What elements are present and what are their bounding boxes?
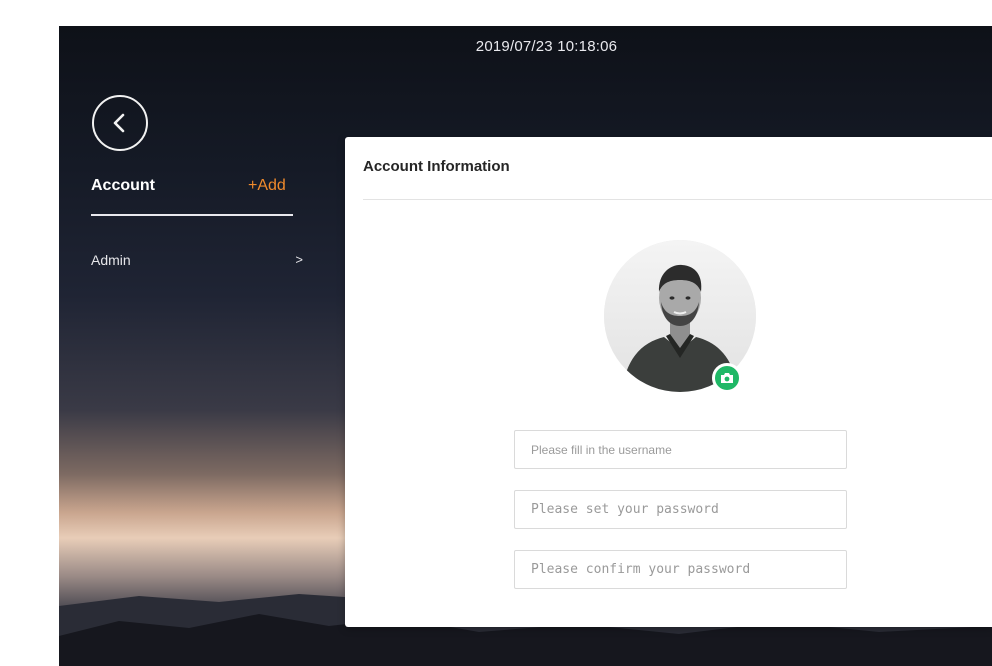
- confirm-password-input[interactable]: [514, 550, 847, 589]
- avatar-container: [604, 240, 756, 393]
- add-account-button[interactable]: +Add: [248, 177, 286, 195]
- camera-icon: [721, 373, 733, 383]
- sidebar-item-admin[interactable]: Admin >: [91, 252, 303, 272]
- sidebar-item-label: Admin: [91, 252, 131, 268]
- sidebar-divider: [91, 214, 293, 216]
- chevron-right-icon: >: [295, 252, 303, 267]
- panel-divider: [363, 199, 992, 200]
- password-input[interactable]: [514, 490, 847, 529]
- account-information-panel: Account Information: [345, 137, 992, 627]
- status-datetime: 2019/07/23 10:18:06: [475, 38, 618, 55]
- username-input[interactable]: [514, 430, 847, 469]
- panel-title: Account Information: [363, 158, 510, 175]
- change-photo-button[interactable]: [712, 363, 742, 393]
- sidebar-title: Account: [91, 177, 155, 194]
- back-button[interactable]: [92, 95, 148, 151]
- chevron-left-icon: [113, 113, 125, 133]
